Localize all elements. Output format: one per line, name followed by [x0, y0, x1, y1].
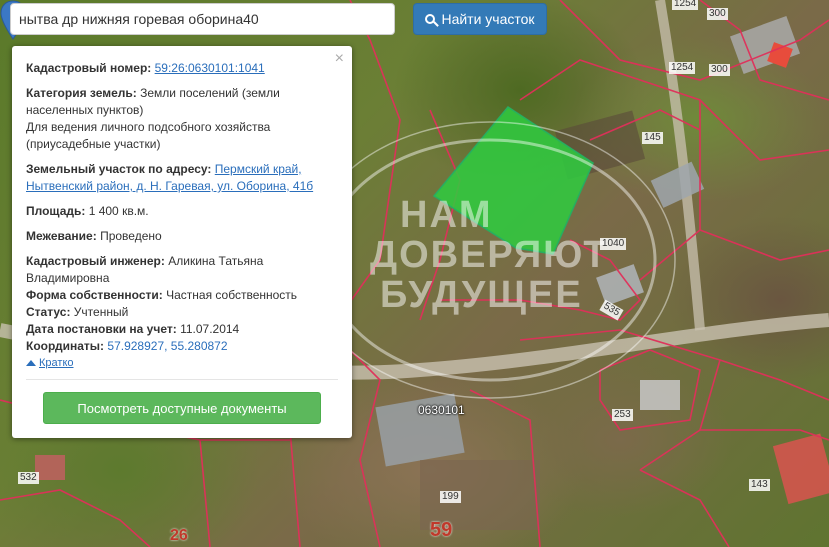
status-label: Статус:	[26, 305, 71, 319]
parcel-number: 1254	[672, 0, 699, 10]
divider	[26, 379, 338, 380]
ownership-value: Частная собственность	[166, 288, 298, 302]
ownership-row: Форма собственности: Частная собственнос…	[26, 287, 338, 304]
status-value: Учтенный	[73, 305, 129, 319]
area-value: 1 400 кв.м.	[88, 204, 149, 218]
coords-label: Координаты:	[26, 339, 105, 353]
quarter-number: 0630101	[418, 403, 465, 417]
area-row: Площадь: 1 400 кв.м.	[26, 203, 338, 220]
parcel-number: 532	[18, 472, 39, 484]
watermark: НАМ ДОВЕРЯЮТ БУДУЩЕЕ	[370, 195, 670, 315]
parcel-number: 300	[709, 64, 730, 76]
parcel-info-popup: × Кадастровый номер: 59:26:0630101:1041 …	[12, 46, 352, 438]
survey-label: Межевание:	[26, 229, 97, 243]
find-parcel-button-label: Найти участок	[441, 11, 535, 27]
address-row: Земельный участок по адресу: Пермский кр…	[26, 161, 338, 195]
address-label: Земельный участок по адресу:	[26, 162, 212, 176]
close-icon[interactable]: ×	[335, 51, 344, 67]
region-number: 59	[430, 519, 453, 541]
search-input[interactable]	[10, 3, 395, 35]
chevron-up-icon	[26, 360, 36, 366]
cadastral-number-link[interactable]: 59:26:0630101:1041	[155, 61, 265, 75]
find-parcel-button[interactable]: Найти участок	[413, 3, 547, 35]
cadastral-number-row: Кадастровый номер: 59:26:0630101:1041	[26, 60, 338, 77]
collapse-link[interactable]: Кратко	[26, 357, 74, 369]
engineer-label: Кадастровый инженер:	[26, 254, 165, 268]
cadastral-number-label: Кадастровый номер:	[26, 61, 152, 75]
search-icon	[425, 14, 436, 24]
registered-value: 11.07.2014	[180, 322, 240, 336]
watermark-line: БУДУЩЕЕ	[380, 274, 583, 316]
collapse-link-label: Кратко	[39, 357, 74, 369]
coords-row: Координаты: 57.928927, 55.280872	[26, 338, 338, 355]
survey-row: Межевание: Проведено	[26, 228, 338, 245]
parcel-number: 1254	[669, 62, 696, 74]
survey-value: Проведено	[100, 229, 162, 243]
watermark-line: НАМ	[400, 194, 493, 236]
engineer-row: Кадастровый инженер: Аликина Татьяна Вла…	[26, 253, 338, 287]
parcel-number: 199	[440, 491, 461, 503]
coords-value: 57.928927, 55.280872	[107, 339, 228, 353]
parcel-number: 145	[642, 132, 663, 144]
parcel-number: 143	[749, 479, 770, 491]
parcel-number: 300	[707, 8, 728, 20]
area-label: Площадь:	[26, 204, 86, 218]
ownership-label: Форма собственности:	[26, 288, 163, 302]
status-row: Статус: Учтенный	[26, 304, 338, 321]
registered-label: Дата постановки на учет:	[26, 322, 177, 336]
registered-row: Дата постановки на учет: 11.07.2014	[26, 321, 338, 338]
view-documents-button[interactable]: Посмотреть доступные документы	[43, 392, 321, 424]
parcel-number: 1040	[600, 238, 627, 250]
land-category-label: Категория земель:	[26, 86, 137, 100]
district-number: 26	[170, 527, 188, 544]
land-use-text: Для ведения личного подсобного хозяйства…	[26, 120, 271, 151]
land-category-row: Категория земель: Земли поселений (земли…	[26, 85, 338, 119]
parcel-number: 253	[612, 409, 633, 421]
